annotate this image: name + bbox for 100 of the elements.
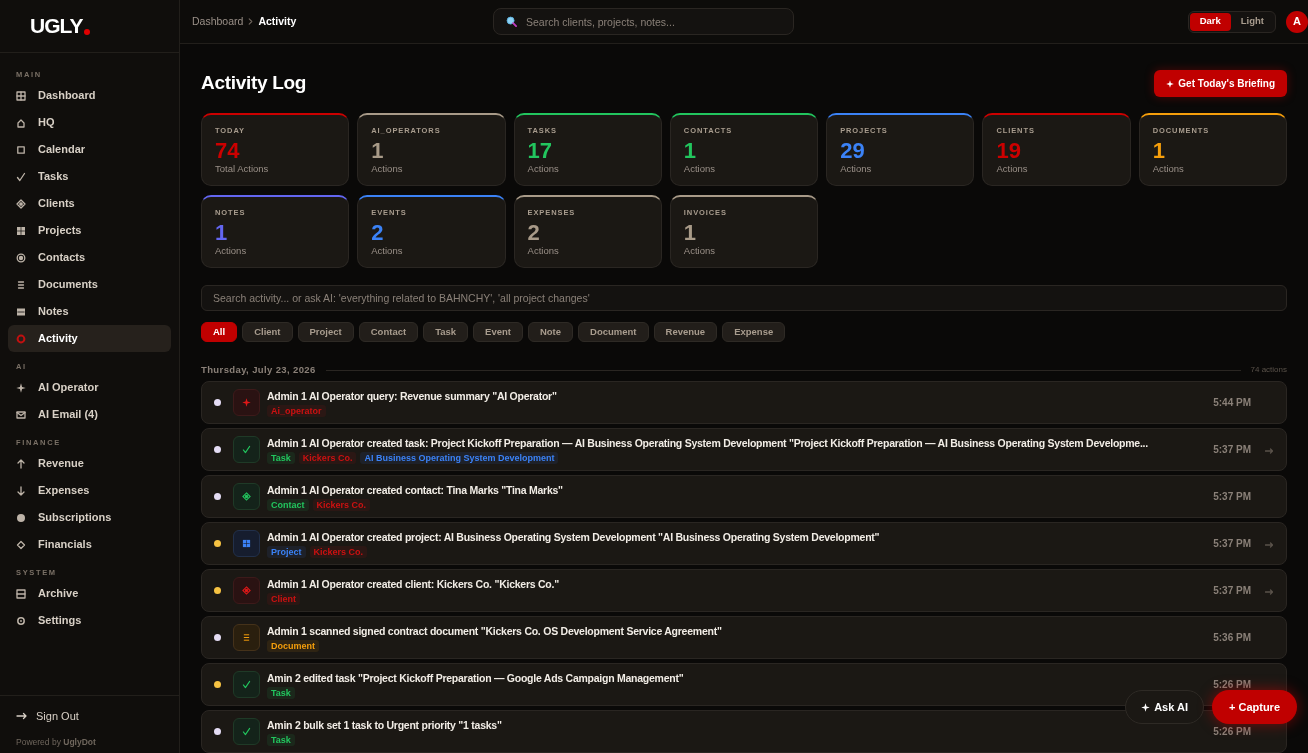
tile-grid-icon [16, 225, 26, 236]
sign-out-button[interactable]: Sign Out [16, 709, 79, 723]
stat-value: 19 [996, 139, 1021, 163]
nav-item[interactable]: Projects [8, 217, 171, 244]
filter-chip[interactable]: All [201, 322, 238, 342]
stat-caption: Actions [683, 245, 715, 257]
arrow-icon [16, 711, 27, 721]
stat-value: 1 [371, 139, 384, 163]
nav-item[interactable]: Calendar [8, 136, 171, 163]
activity-title: Admin 1 AI Operator created project: AI Business Operating System Development "AI Business Operating System Development" [267, 529, 880, 544]
activity-time: 5:37 PM [1213, 490, 1251, 504]
activity-row[interactable]: Admin 1 AI Operator created client: Kickers Co. "Kickers Co." Client 5:37 PM [201, 569, 1287, 612]
activity-row[interactable]: Admin 1 AI Operator created contact: Tina Marks "Tina Marks" Contact Kickers Co. 5:37 PM [201, 475, 1287, 518]
breadcrumb-link[interactable]: Dashboard [192, 13, 244, 30]
stat-caption: Actions [527, 245, 559, 257]
activity-time: 5:26 PM [1213, 678, 1251, 692]
powered-by-text: Powered by UglyDot [16, 736, 96, 749]
activity-search-field[interactable]: Search activity... or ask AI: 'everything related to BAHNCHY', 'all project changes' [201, 285, 1287, 311]
user-avatar[interactable]: A [1286, 10, 1308, 33]
activity-title: Amin 2 bulk set 1 task to Urgent priority "1 tasks" [267, 717, 502, 732]
stat-value: 1 [1152, 139, 1165, 163]
search-field[interactable]: Search clients, projects, notes... [493, 8, 794, 35]
checkmark-icon [233, 671, 260, 698]
nav-item[interactable]: Dashboard [8, 82, 171, 109]
chevron-right-icon [248, 18, 254, 25]
diamond-outline-icon [16, 539, 26, 550]
stat-caption: Actions [527, 163, 559, 175]
stat-caption: Actions [371, 245, 403, 257]
filter-chip[interactable]: Document [578, 322, 649, 342]
briefing-button[interactable]: Get Today's Briefing [1154, 70, 1287, 97]
activity-time: 5:44 PM [1213, 396, 1251, 410]
stat-value: 29 [840, 139, 865, 163]
nav-item[interactable]: Contacts [8, 244, 171, 271]
activity-time: 5:37 PM [1213, 537, 1251, 551]
breadcrumb-link[interactable]: Activity [258, 13, 297, 30]
activity-title: Admin 1 AI Operator query: Revenue summary "AI Operator" [267, 388, 557, 403]
theme-option[interactable]: Light [1230, 12, 1274, 31]
nav-item[interactable]: Documents [8, 271, 171, 298]
nav-item[interactable]: Tasks [8, 163, 171, 190]
date-heading: Thursday, July 23, 2026 [201, 362, 316, 377]
nav-item[interactable]: HQ [8, 109, 171, 136]
logo-wordmark: UGLY [30, 15, 83, 37]
archive-box-icon [16, 588, 26, 599]
filter-chip[interactable]: Contact [358, 322, 419, 342]
category-tag: Kickers Co. [309, 545, 368, 558]
down-arrow-icon [16, 485, 26, 496]
stat-value: 17 [527, 139, 553, 163]
filter-chip[interactable]: Client [242, 322, 293, 342]
list-icon [16, 279, 26, 290]
stat-caption: Actions [683, 163, 715, 175]
activity-row[interactable]: Admin 1 AI Operator created project: AI Business Operating System Development "AI Business Operating System Development" Project Kickers Co. 5:37 PM [201, 522, 1287, 565]
category-tag: Task [267, 451, 295, 464]
stat-value: 1 [215, 221, 228, 245]
filter-chip[interactable]: Revenue [653, 322, 718, 342]
activity-row[interactable] [201, 428, 1287, 471]
nav-item[interactable]: AI Operator [8, 374, 171, 401]
stat-value: 1 [683, 221, 697, 245]
filter-chip[interactable]: Task [423, 322, 469, 342]
activity-time: 5:36 PM [1213, 631, 1251, 645]
activity-row[interactable]: Admin 1 AI Operator query: Revenue summary "AI Operator" Ai_operator 5:44 PM [201, 381, 1287, 424]
filter-chip[interactable]: Event [473, 322, 523, 342]
tile-grid-icon [233, 530, 260, 557]
nav-item[interactable]: Activity [8, 325, 171, 352]
theme-option[interactable]: Dark [1189, 12, 1231, 31]
filter-chip[interactable]: Project [297, 322, 354, 342]
category-tag: AI Business Operating System Development [360, 451, 559, 464]
filter-chip[interactable]: Note [527, 322, 574, 342]
category-tag: Document [267, 639, 319, 652]
sparkle-icon [1141, 702, 1151, 712]
capture-button[interactable]: + Capture [1211, 690, 1297, 724]
dot-icon [16, 512, 26, 523]
activity-time: 5:37 PM [1213, 584, 1251, 598]
category-tag: Contact [267, 498, 309, 511]
stat-caption: Actions [1152, 163, 1184, 175]
note-icon [16, 306, 26, 317]
activity-title: Amin 2 edited task "Project Kickoff Preparation — Google Ads Campaign Management" [267, 670, 684, 685]
house-icon [16, 117, 26, 128]
stat-caption: Actions [996, 163, 1028, 175]
nav-item[interactable]: Expenses [8, 477, 171, 504]
nav-item[interactable]: Financials [8, 531, 171, 558]
activity-row[interactable]: Admin 1 scanned signed contract document "Kickers Co. OS Development Service Agreement" Document 5:36 PM [201, 616, 1287, 659]
nav-item[interactable]: Settings [8, 607, 171, 634]
nav-item[interactable]: Clients [8, 190, 171, 217]
activity-title: Admin 1 AI Operator created contact: Tina Marks "Tina Marks" [267, 482, 563, 497]
nav-item[interactable]: Archive [8, 580, 171, 607]
list-icon [233, 624, 260, 651]
ask-ai-button[interactable]: Ask AI [1125, 690, 1204, 724]
stat-caption: Actions [215, 245, 247, 257]
filter-chip[interactable]: Expense [722, 322, 786, 342]
envelope-icon [16, 409, 26, 420]
nav-item[interactable]: AI Email (4) [8, 401, 171, 428]
nav-item[interactable]: Revenue [8, 450, 171, 477]
sparkle-icon [16, 382, 26, 393]
nav-item[interactable]: Notes [8, 298, 171, 325]
checkmark-icon [16, 171, 26, 182]
settings-icon [16, 615, 26, 626]
sparkle-icon [233, 389, 260, 416]
activity-time: 5:37 PM [1213, 443, 1251, 457]
nav-item[interactable]: Subscriptions [8, 504, 171, 531]
up-arrow-icon [16, 458, 26, 469]
